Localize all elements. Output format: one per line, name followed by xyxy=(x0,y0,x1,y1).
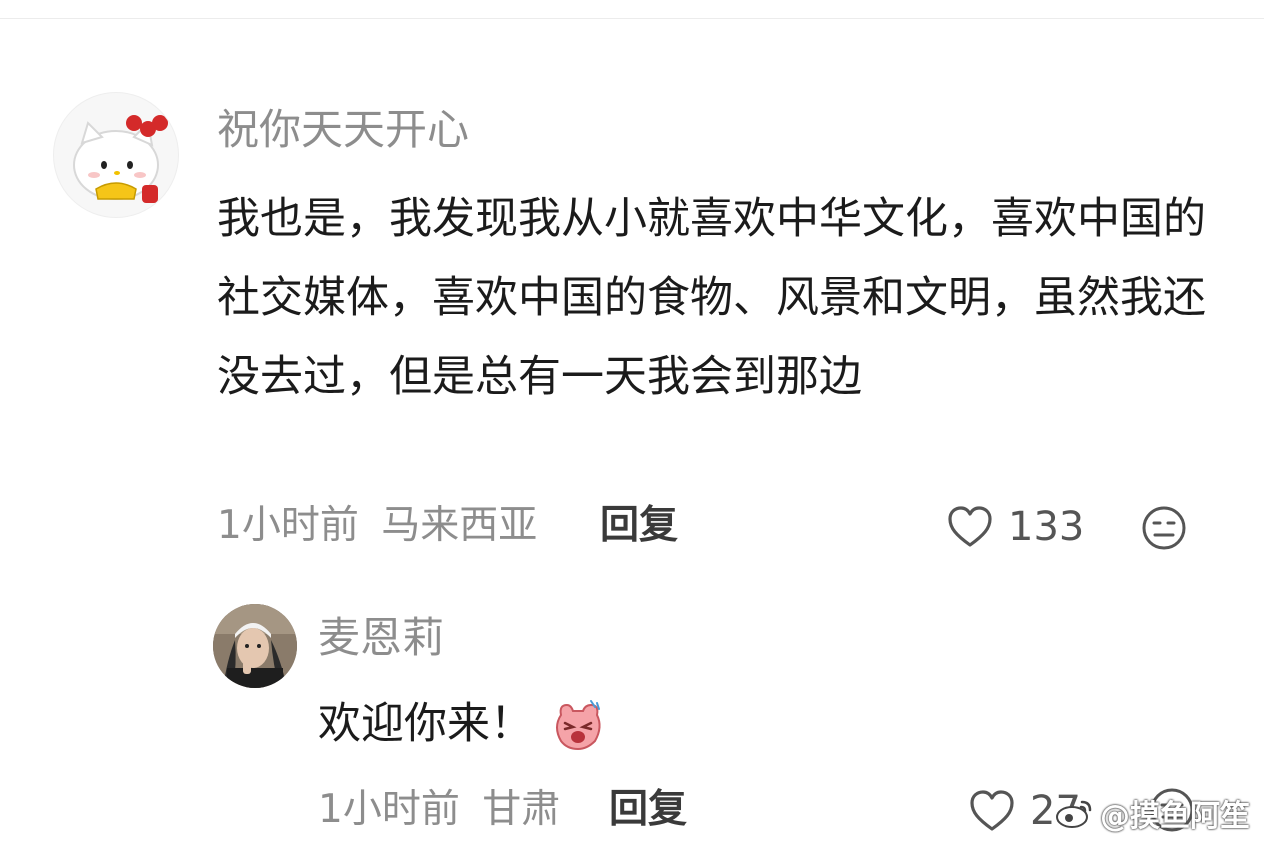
comment-meta: 1小时前 甘肃 xyxy=(318,786,560,834)
comment-meta: 1小时前 马来西亚 xyxy=(217,502,537,550)
like-count: 133 xyxy=(1008,504,1085,550)
comment-username[interactable]: 祝你天天开心 xyxy=(217,104,469,156)
comment-time: 1小时前 xyxy=(318,787,460,832)
comment-item-1: 祝你天天开心 我也是，我发现我从小就喜欢中华文化，喜欢中国的社交媒体，喜欢中国的… xyxy=(0,0,1264,570)
meh-face-icon[interactable] xyxy=(1140,504,1188,552)
comment-username[interactable]: 麦恩莉 xyxy=(318,612,444,664)
weibo-logo-icon xyxy=(1054,796,1094,830)
comment-text: 我也是，我发现我从小就喜欢中华文化，喜欢中国的社交媒体，喜欢中国的食物、风景和文… xyxy=(217,194,1206,402)
like-button[interactable]: 133 xyxy=(946,502,1084,552)
woman-portrait-avatar[interactable] xyxy=(213,604,297,688)
heart-outline-icon xyxy=(946,504,994,550)
comment-location: 马来西亚 xyxy=(381,503,538,548)
pink-laughing-emoji xyxy=(551,697,605,751)
comment-text-body: 欢迎你来！ xyxy=(318,699,533,749)
reply-button[interactable]: 回复 xyxy=(609,786,687,834)
heart-outline-icon xyxy=(968,788,1016,834)
hello-kitty-avatar[interactable] xyxy=(53,92,179,218)
watermark: @摸鱼阿笙 xyxy=(1054,791,1250,835)
reply-button[interactable]: 回复 xyxy=(600,502,678,550)
watermark-text: @摸鱼阿笙 xyxy=(1100,799,1250,834)
comment-time: 1小时前 xyxy=(217,503,359,548)
comment-location: 甘肃 xyxy=(482,787,561,832)
comment-text: 欢迎你来！ xyxy=(318,694,605,754)
